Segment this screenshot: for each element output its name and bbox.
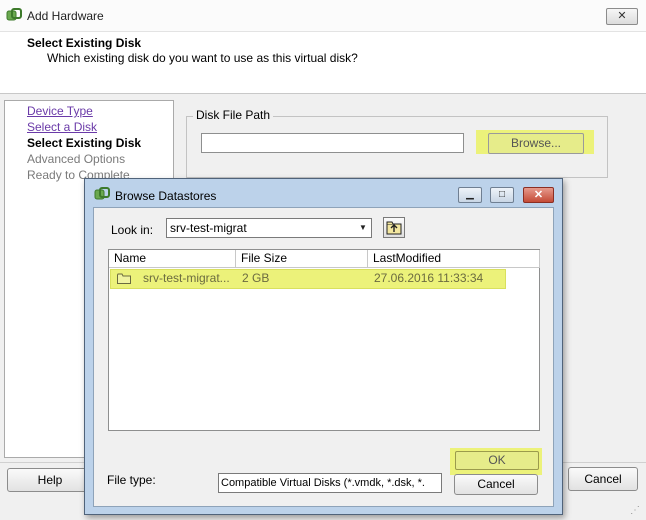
- resize-grip-icon[interactable]: ⋰: [630, 505, 642, 517]
- main-title-bar: Add Hardware: [0, 0, 646, 32]
- row-file-size: 2 GB: [242, 271, 270, 285]
- header-title: Select Existing Disk: [27, 36, 142, 50]
- header-subtitle: Which existing disk do you want to use a…: [47, 51, 358, 65]
- dialog-cancel-button[interactable]: Cancel: [454, 474, 538, 495]
- up-one-level-button[interactable]: [383, 217, 405, 238]
- look-in-label: Look in:: [111, 223, 154, 237]
- step-advanced-options: Advanced Options: [27, 152, 126, 166]
- window-title: Add Hardware: [27, 9, 104, 23]
- help-button[interactable]: Help: [7, 468, 93, 492]
- folder-icon: [117, 273, 131, 284]
- vsphere-app-icon: [6, 8, 22, 21]
- dialog-title: Browse Datastores: [115, 189, 217, 203]
- dialog-close-icon[interactable]: ✕: [523, 187, 554, 203]
- ok-button[interactable]: OK: [455, 451, 539, 470]
- disk-file-path-legend: Disk File Path: [193, 108, 274, 122]
- step-device-type[interactable]: Device Type: [27, 104, 93, 118]
- browse-button[interactable]: Browse...: [488, 133, 584, 154]
- column-header-file-size[interactable]: File Size: [236, 250, 368, 268]
- column-header-name[interactable]: Name: [109, 250, 236, 268]
- folder-up-icon: [386, 221, 402, 235]
- file-type-value: Compatible Virtual Disks (*.vmdk, *.dsk,…: [221, 477, 425, 489]
- look-in-value: srv-test-migrat: [170, 221, 247, 235]
- look-in-select[interactable]: srv-test-migrat ▼: [166, 218, 372, 238]
- dropdown-arrow-icon[interactable]: ▼: [356, 220, 370, 236]
- browse-datastores-dialog: Browse Datastores ▁ □ ✕ Look in: srv-tes…: [84, 178, 563, 515]
- column-header-last-modified[interactable]: LastModified: [368, 250, 540, 268]
- disk-file-path-input[interactable]: [201, 133, 464, 153]
- maximize-icon[interactable]: □: [490, 187, 514, 203]
- dialog-content: Look in: srv-test-migrat ▼ Name File Siz…: [93, 207, 554, 507]
- step-select-existing-disk: Select Existing Disk: [27, 136, 142, 150]
- row-name: srv-test-migrat...: [143, 271, 230, 285]
- vsphere-app-icon: [94, 187, 110, 200]
- file-type-select[interactable]: Compatible Virtual Disks (*.vmdk, *.dsk,…: [218, 473, 442, 493]
- row-last-modified: 27.06.2016 11:33:34: [374, 271, 484, 285]
- main-close-button[interactable]: ✕: [606, 8, 638, 25]
- file-type-label: File type:: [107, 473, 156, 487]
- step-select-a-disk[interactable]: Select a Disk: [27, 120, 97, 134]
- minimize-icon[interactable]: ▁: [458, 187, 482, 203]
- file-list[interactable]: Name File Size LastModified srv-test-mig…: [108, 249, 540, 431]
- wizard-cancel-button[interactable]: Cancel: [568, 467, 638, 491]
- wizard-header: Select Existing Disk Which existing disk…: [0, 32, 646, 94]
